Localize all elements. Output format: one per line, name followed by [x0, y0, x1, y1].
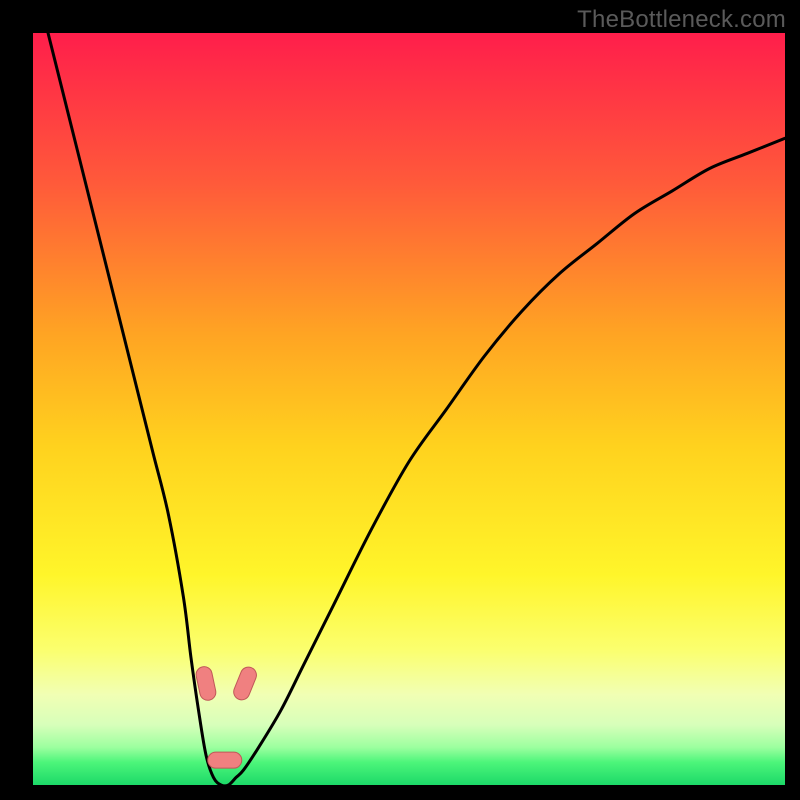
plot-area	[33, 33, 785, 785]
chart-frame: TheBottleneck.com	[0, 0, 800, 800]
curve-marker	[231, 665, 259, 703]
curve-marker	[195, 665, 218, 702]
curve-marker	[208, 752, 242, 768]
watermark-text: TheBottleneck.com	[577, 6, 786, 34]
bottleneck-curve	[33, 33, 785, 785]
